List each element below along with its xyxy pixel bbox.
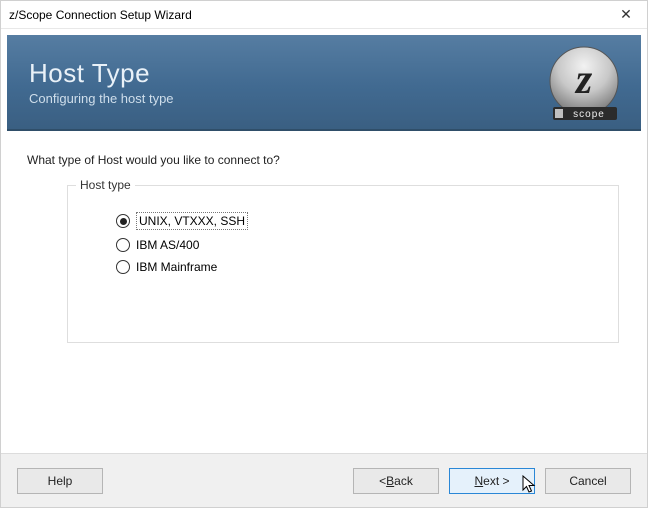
svg-text:z: z (574, 57, 593, 103)
wizard-window: z/Scope Connection Setup Wizard ✕ Host T… (0, 0, 648, 508)
cancel-button[interactable]: Cancel (545, 468, 631, 494)
window-title: z/Scope Connection Setup Wizard (9, 8, 192, 22)
content-area: What type of Host would you like to conn… (1, 131, 647, 453)
back-mn: B (386, 474, 394, 488)
next-button[interactable]: Next > (449, 468, 535, 494)
radio-label: UNIX, VTXXX, SSH (136, 212, 248, 230)
help-button[interactable]: Help (17, 468, 103, 494)
back-prefix: < (379, 474, 386, 488)
radio-ibm-as400[interactable]: IBM AS/400 (116, 238, 598, 252)
radio-unix-vtxxx-ssh[interactable]: UNIX, VTXXX, SSH (116, 212, 598, 230)
titlebar: z/Scope Connection Setup Wizard ✕ (1, 1, 647, 29)
next-rest: ext > (483, 474, 509, 488)
banner-title: Host Type (29, 58, 174, 89)
radio-ibm-mainframe[interactable]: IBM Mainframe (116, 260, 598, 274)
close-button[interactable]: ✕ (605, 1, 647, 29)
fieldset-legend: Host type (76, 178, 135, 192)
banner-text: Host Type Configuring the host type (7, 58, 174, 106)
footer: Help < Back Next > Cancel (1, 453, 647, 507)
radio-icon (116, 260, 130, 274)
close-icon: ✕ (620, 6, 632, 23)
cursor-icon (522, 475, 538, 495)
cancel-label: Cancel (569, 474, 606, 488)
back-rest: ack (394, 474, 413, 488)
next-mn: N (474, 474, 483, 488)
svg-text:scope: scope (573, 109, 605, 120)
host-type-question: What type of Host would you like to conn… (27, 153, 629, 167)
radio-label: IBM Mainframe (136, 260, 217, 274)
zscope-logo-icon: z scope (545, 45, 623, 123)
help-label: Help (48, 474, 73, 488)
back-button[interactable]: < Back (353, 468, 439, 494)
radio-icon (116, 238, 130, 252)
banner-subtitle: Configuring the host type (29, 91, 174, 106)
radio-icon (116, 214, 130, 228)
banner: Host Type Configuring the host type z sc… (7, 35, 641, 131)
host-type-fieldset: Host type UNIX, VTXXX, SSH IBM AS/400 IB… (67, 185, 619, 343)
radio-label: IBM AS/400 (136, 238, 199, 252)
